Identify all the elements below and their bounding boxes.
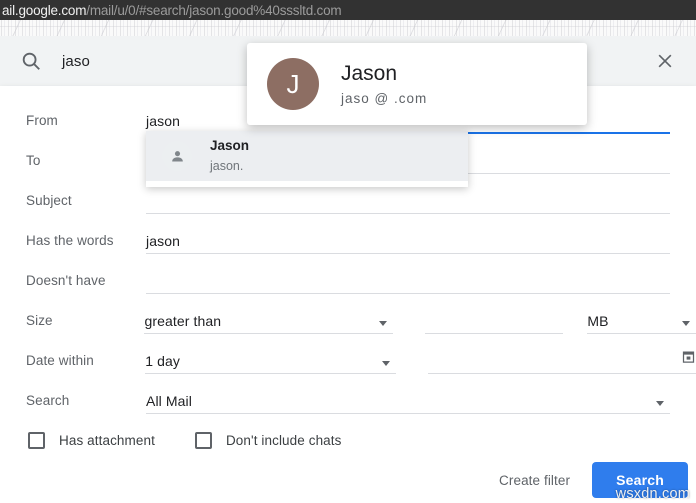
autocomplete-item-email: jason.	[210, 159, 244, 173]
chevron-down-icon	[379, 321, 388, 326]
url-domain: ail.google.com	[2, 2, 87, 18]
panel-actions: Create filter Search	[499, 462, 688, 498]
size-unit-value: MB	[587, 313, 609, 329]
date-value-underline	[427, 373, 696, 374]
hovercard-text: Jason jaso @ .com	[341, 62, 427, 105]
dont-include-chats-checkbox[interactable]	[194, 431, 212, 449]
hovercard-name: Jason	[341, 62, 398, 86]
size-operator-value: greater than	[144, 313, 222, 329]
avatar: J	[267, 58, 319, 110]
chevron-down-icon	[381, 361, 390, 366]
search-scope-value: All Mail	[146, 393, 192, 409]
label-doesnt-have: Doesn't have	[26, 272, 106, 288]
has-the-words-field[interactable]: jason	[146, 226, 670, 254]
search-icon[interactable]	[0, 50, 62, 72]
label-from: From	[26, 112, 58, 128]
label-size: Size	[26, 312, 53, 328]
size-operator-select[interactable]: greater than	[144, 306, 394, 334]
autocomplete-item[interactable]: Jason jason.	[146, 131, 468, 181]
row-search-scope: Search All Mail	[0, 380, 696, 420]
calendar-icon[interactable]	[681, 349, 696, 369]
person-icon	[162, 141, 192, 171]
url-path: /mail/u/0/#search/jason.good%40sssltd.co…	[86, 2, 342, 18]
search-scope-select[interactable]: All Mail	[146, 386, 670, 414]
contact-hovercard: J Jason jaso @ .com	[247, 43, 587, 125]
autocomplete-item-text: Jason jason.	[210, 136, 249, 176]
search-scope-underline	[146, 413, 670, 414]
search-button[interactable]: Search	[592, 462, 688, 498]
from-autocomplete-dropdown: Jason jason.	[146, 131, 468, 187]
label-date-within: Date within	[26, 352, 94, 368]
hovercard-email: jaso @ .com	[341, 90, 428, 106]
autocomplete-item-name: Jason	[210, 138, 250, 153]
browser-url-bar[interactable]: ail.google.com/mail/u/0/#search/jason.go…	[0, 0, 696, 20]
date-within-value: 1 day	[145, 353, 180, 369]
row-size: Size greater than MB	[0, 300, 696, 340]
size-unit-select[interactable]: MB	[587, 306, 696, 334]
date-within-select[interactable]: 1 day	[145, 346, 396, 374]
has-the-words-value: jason	[146, 233, 180, 249]
label-has-the-words: Has the words	[26, 232, 114, 248]
has-attachment-checkbox[interactable]	[28, 431, 45, 449]
has-the-words-underline	[146, 253, 670, 254]
has-attachment-label: Has attachment	[59, 432, 155, 448]
background-texture-strip	[0, 20, 696, 36]
close-icon[interactable]	[634, 51, 696, 71]
row-doesnt-have: Doesn't have	[0, 260, 696, 300]
doesnt-have-field[interactable]	[146, 266, 670, 294]
date-within-underline	[145, 373, 396, 374]
chevron-down-icon	[656, 401, 664, 406]
label-search-scope: Search	[26, 392, 70, 408]
dont-include-chats-label: Don't include chats	[225, 432, 342, 448]
row-has-the-words: Has the words jason	[0, 220, 696, 260]
label-to: To	[26, 152, 41, 168]
row-date-within: Date within 1 day	[0, 340, 696, 380]
subject-underline	[146, 213, 670, 214]
create-filter-link[interactable]: Create filter	[499, 473, 570, 488]
date-value-field[interactable]	[427, 346, 696, 374]
checkbox-row: Has attachment Don't include chats	[0, 420, 696, 460]
label-subject: Subject	[26, 192, 72, 208]
chevron-down-icon	[682, 321, 690, 326]
size-amount-field[interactable]	[425, 306, 564, 334]
subject-field[interactable]	[146, 186, 670, 214]
size-amount-underline	[425, 333, 564, 334]
size-operator-underline	[144, 333, 394, 334]
size-unit-underline	[587, 333, 696, 334]
doesnt-have-underline	[146, 293, 670, 294]
